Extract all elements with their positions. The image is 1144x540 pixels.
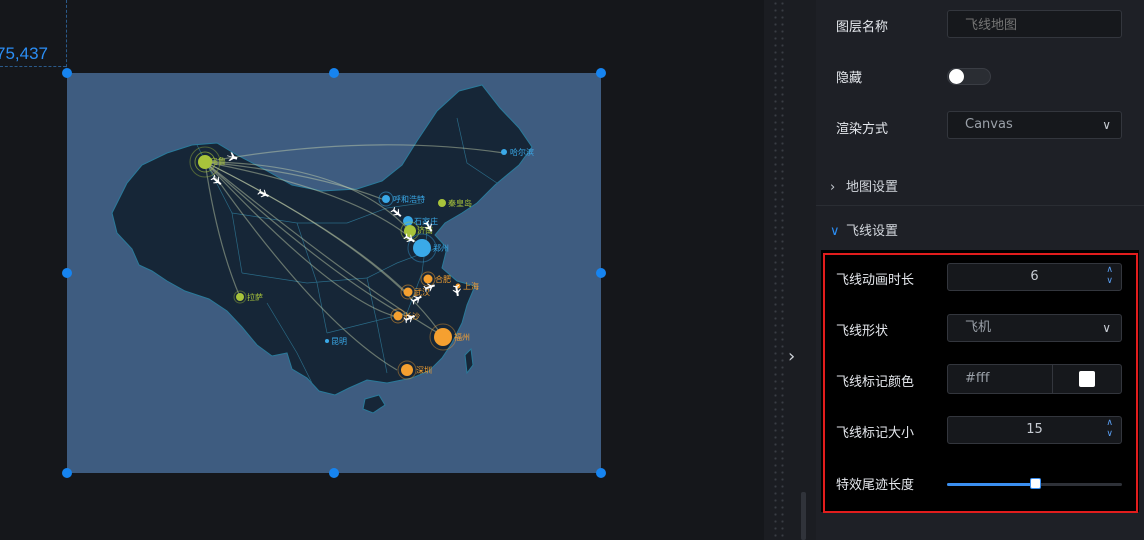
city-label: 上海 [463, 281, 479, 291]
city-label: 秦皇岛 [448, 198, 472, 208]
section-fly-settings[interactable]: ∨ 飞线设置 [830, 220, 898, 239]
fly-line-map-component[interactable]: 乌鲁 哈尔滨 呼和浩特 秦皇岛 石家庄 济南 郑州 拉萨 合肥 上海 武汉 长沙… [67, 73, 601, 473]
render-mode-value: Canvas [965, 117, 1013, 132]
render-mode-select[interactable]: Canvas ∨ [947, 111, 1122, 139]
city-label: 郑州 [433, 243, 449, 253]
properties-panel: 图层名称 隐藏 渲染方式 Canvas ∨ ›地图设置 ∨飞线设置 飞线动画时长… [816, 0, 1144, 540]
position-readout: 75,437 [0, 44, 48, 63]
city-marker [325, 339, 329, 343]
chevron-down-icon: ∨ [1102, 118, 1111, 132]
city-marker [438, 199, 446, 207]
section-label: 地图设置 [846, 180, 899, 195]
city-label: 深圳 [416, 365, 432, 375]
editor-canvas[interactable]: 75,437 乌鲁 哈尔滨 呼和浩特 秦皇岛 石家庄 济南 郑州 拉萨 合肥 上… [0, 0, 764, 540]
render-mode-label: 渲染方式 [836, 122, 889, 137]
city-label: 石家庄 [414, 216, 438, 226]
map-island-hainan [362, 394, 386, 414]
resize-handle-bottom-left[interactable] [62, 468, 72, 478]
chevron-right-icon[interactable]: › [788, 346, 795, 367]
resize-handle-top[interactable] [329, 68, 339, 78]
layer-name-input[interactable] [947, 10, 1122, 38]
resize-handle-top-left[interactable] [62, 68, 72, 78]
highlight-box [823, 253, 1138, 513]
hidden-toggle[interactable] [947, 68, 991, 85]
map-island-taiwan [464, 347, 474, 375]
resize-handle-left[interactable] [62, 268, 72, 278]
city-label: 拉萨 [247, 292, 263, 302]
layer-name-label: 图层名称 [836, 20, 889, 35]
chevron-right-icon: › [830, 180, 836, 195]
resize-handle-bottom-right[interactable] [596, 468, 606, 478]
city-label: 乌鲁 [210, 156, 226, 166]
alignment-guide-horizontal [0, 66, 66, 67]
map-land [111, 84, 533, 396]
section-divider [816, 205, 1144, 206]
hidden-label: 隐藏 [836, 71, 863, 86]
drag-grip[interactable] [772, 0, 786, 540]
city-label: 合肥 [435, 274, 451, 284]
city-label: 福州 [454, 333, 470, 342]
scrollbar-thumb[interactable] [801, 492, 806, 540]
resize-handle-right[interactable] [596, 268, 606, 278]
china-map: 乌鲁 哈尔滨 呼和浩特 秦皇岛 石家庄 济南 郑州 拉萨 合肥 上海 武汉 长沙… [111, 84, 534, 414]
city-label: 哈尔滨 [510, 147, 534, 157]
resize-handle-top-right[interactable] [596, 68, 606, 78]
city-label: 呼和浩特 [393, 194, 425, 204]
resize-handle-bottom[interactable] [329, 468, 339, 478]
chevron-down-icon: ∨ [830, 224, 840, 239]
city-marker [501, 149, 507, 155]
section-map-settings[interactable]: › 地图设置 [830, 176, 898, 195]
section-label: 飞线设置 [846, 224, 899, 239]
toggle-knob [949, 69, 964, 84]
city-label: 昆明 [331, 337, 347, 346]
alignment-guide-vertical [66, 0, 67, 72]
